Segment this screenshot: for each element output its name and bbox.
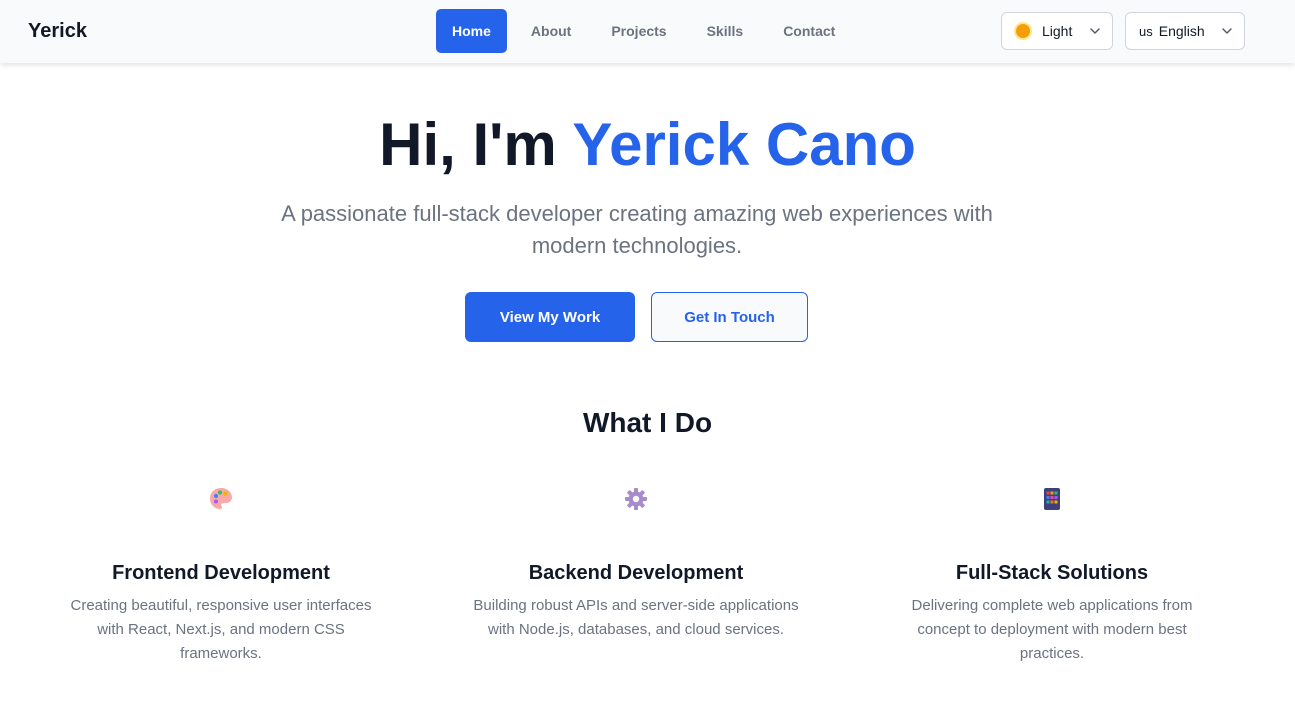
service-description: Delivering complete web applications fro…	[911, 597, 1193, 662]
main-nav: Home About Projects Skills Contact	[436, 9, 859, 53]
nav-link-home[interactable]: Home	[436, 9, 507, 53]
nav-link-contact[interactable]: Contact	[767, 9, 851, 53]
service-title: Full-Stack Solutions	[955, 562, 1149, 584]
nav-link-projects[interactable]: Projects	[595, 9, 682, 53]
view-my-work-button[interactable]: View My Work	[465, 292, 635, 342]
chevron-down-icon	[1222, 28, 1232, 34]
service-description: Creating beautiful, responsive user inte…	[70, 597, 372, 662]
hero-title: Hi, I'm Yerick Cano	[0, 110, 1295, 179]
hero-subtitle: A passionate full-stack developer creati…	[281, 201, 993, 258]
language-select[interactable]: us English	[1125, 12, 1245, 50]
flag-us-icon: us	[1139, 23, 1153, 39]
service-description: Building robust APIs and server-side app…	[473, 597, 799, 638]
mobile-app-icon	[1044, 488, 1060, 510]
service-title: Backend Development	[528, 562, 744, 584]
hero-greeting: Hi, I'm	[379, 111, 557, 178]
service-card-fullstack: Full-Stack Solutions Delivering complete…	[882, 485, 1222, 666]
navbar: Yerick Home About Projects Skills Contac…	[0, 0, 1295, 63]
language-select-value: English	[1158, 23, 1205, 39]
theme-select-value: Light	[1042, 23, 1073, 39]
chevron-down-icon	[1090, 28, 1100, 34]
gear-icon	[625, 488, 647, 510]
section-title: What I Do	[582, 407, 713, 438]
sun-icon	[1016, 24, 1030, 38]
hero-name: Yerick Cano	[572, 111, 916, 178]
nav-link-about[interactable]: About	[515, 9, 587, 53]
service-card-backend: Backend Development Building robust APIs…	[466, 485, 806, 642]
nav-link-skills[interactable]: Skills	[691, 9, 760, 53]
palette-icon	[210, 488, 232, 509]
brand-logo[interactable]: Yerick	[28, 20, 87, 43]
service-title: Frontend Development	[112, 562, 330, 584]
service-card-frontend: Frontend Development Creating beautiful,…	[51, 485, 391, 666]
theme-select[interactable]: Light	[1001, 12, 1113, 50]
get-in-touch-button[interactable]: Get In Touch	[651, 292, 808, 342]
